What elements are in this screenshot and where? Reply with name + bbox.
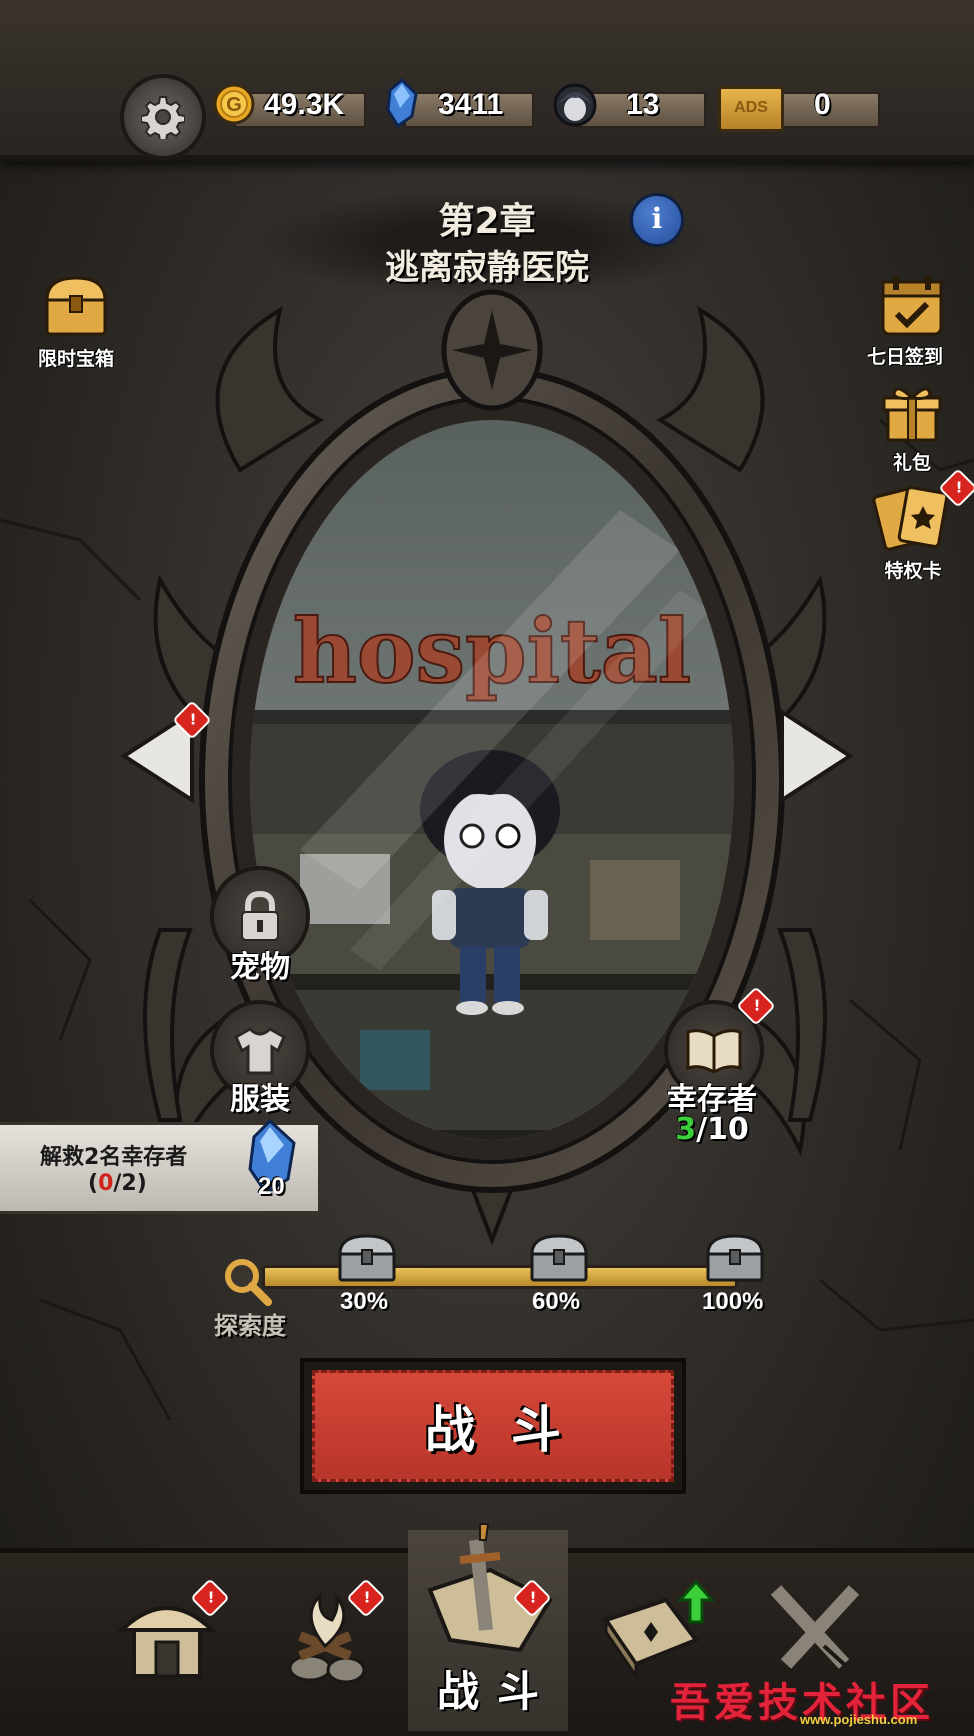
exploration-label: 探索度 (214, 1312, 286, 1340)
svg-text:G: G (226, 94, 242, 116)
calendar-icon (881, 276, 943, 336)
seven-day-checkin-button[interactable]: 七日签到 (862, 272, 962, 369)
milestone-60-label: 60% (532, 1288, 581, 1315)
treasure-chest-icon (45, 276, 107, 336)
seven-day-checkin-label: 七日签到 (866, 346, 943, 368)
limited-chest-button[interactable]: 限时宝箱 (28, 272, 124, 371)
survivor-counter: 13 (552, 83, 706, 128)
gift-pack-label: 礼包 (892, 452, 931, 474)
ads-label: ADS (734, 99, 768, 116)
gift-box-icon (882, 387, 942, 442)
exploration-progress-bar (262, 1265, 738, 1289)
arrow-right-icon (780, 708, 854, 804)
rescue-reward-value: 20 (258, 1173, 285, 1200)
survivors-progress-current: 3 (675, 1112, 697, 1147)
shirt-icon (234, 1027, 286, 1075)
rescue-quest-title: 解救2名幸存者 (40, 1145, 188, 1170)
privilege-card-label: 特权卡 (884, 560, 942, 582)
chest-milestone-100[interactable] (704, 1232, 766, 1288)
previous-chapter-arrow[interactable]: ! (118, 700, 212, 810)
next-chapter-arrow[interactable] (776, 706, 856, 810)
outfit-label: 服装 (230, 1082, 290, 1117)
ads-ticket-icon: ADS (718, 86, 784, 132)
milestone-30-label: 30% (340, 1288, 389, 1315)
nav-campfire[interactable]: ! (270, 1576, 386, 1690)
survivors-progress-total: /10 (696, 1112, 749, 1147)
settings-button[interactable] (120, 74, 206, 160)
metal-chest-icon (530, 1234, 588, 1282)
nav-battle[interactable]: ! (410, 1520, 560, 1664)
crystal-value: 3411 (438, 88, 504, 121)
chapter-info-button[interactable]: i (630, 193, 684, 247)
book-icon (686, 1029, 742, 1074)
battle-button-label: 战斗 (312, 1370, 674, 1482)
gold-value: 49.3K (264, 88, 345, 121)
limited-chest-label: 限时宝箱 (37, 348, 114, 370)
crystal-counter: 3411 (382, 78, 534, 128)
gold-coin-icon: G (213, 83, 255, 125)
gold-counter: G 49.3K (212, 83, 366, 128)
chest-milestone-60[interactable] (528, 1232, 590, 1288)
milestone-100-label: 100% (702, 1288, 764, 1315)
chest-milestone-30[interactable] (336, 1232, 398, 1288)
privilege-card-button[interactable]: 特权卡 ! (866, 468, 974, 583)
metal-chest-icon (338, 1234, 396, 1282)
pet-label: 宠物 (230, 950, 290, 985)
watermark-url: www.pojieshu.com (800, 1712, 918, 1727)
nav-battle-label: 战斗 (436, 1667, 557, 1716)
battle-button[interactable]: 战斗 (300, 1358, 686, 1494)
survivor-count-value: 13 (626, 88, 660, 121)
survivors-progress: 3/10 (660, 1112, 764, 1147)
upgrade-arrow-icon (678, 1580, 714, 1624)
rescue-quest-progress: (0/2) (88, 1171, 147, 1196)
crystal-icon (386, 78, 418, 128)
crossed-swords-icon (770, 1585, 860, 1669)
ads-value: 0 (814, 88, 831, 121)
nav-shelter[interactable]: ! (112, 1576, 230, 1690)
lock-icon (241, 890, 279, 941)
chapter-number: 第2章 (438, 201, 536, 242)
gear-icon (141, 96, 185, 139)
rescue-quest-panel[interactable]: 解救2名幸存者 (0/2) 20 (0, 1118, 321, 1214)
gift-pack-button[interactable]: 礼包 (872, 380, 952, 475)
ads-counter: ADS 0 (718, 86, 880, 132)
survivor-head-icon (553, 83, 597, 127)
nav-skill-book[interactable] (596, 1580, 714, 1684)
nav-weapons[interactable] (760, 1580, 870, 1684)
metal-chest-icon (706, 1234, 764, 1282)
